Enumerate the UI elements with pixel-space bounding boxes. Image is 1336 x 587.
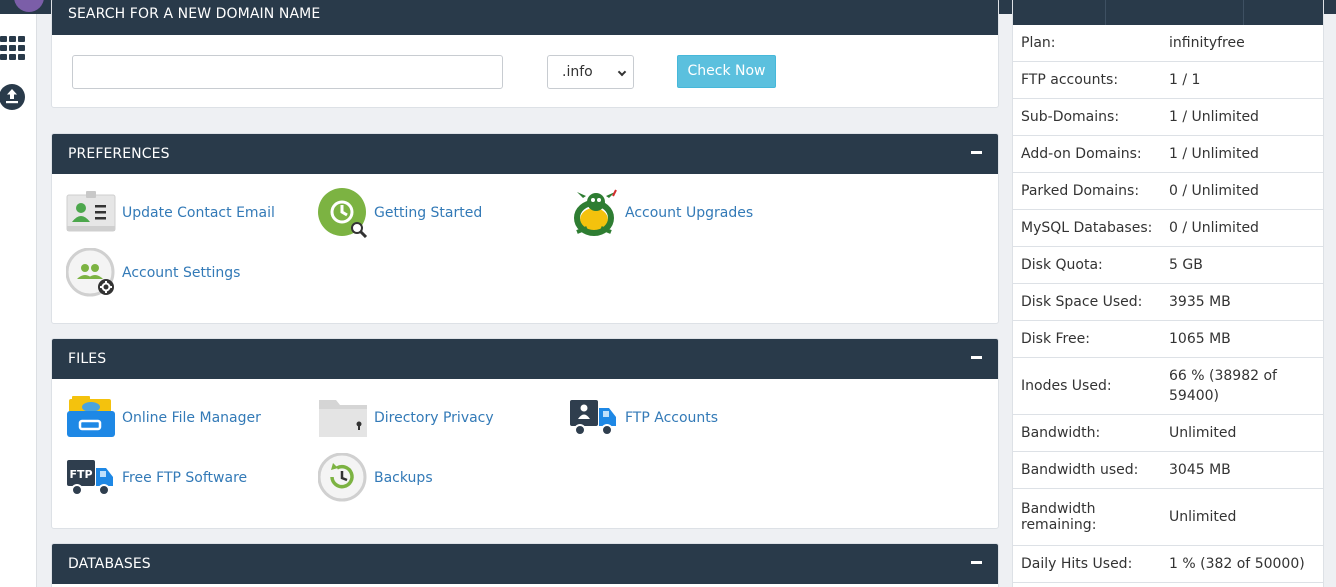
- stat-row: MySQL Databases: 0 / Unlimited: [1013, 210, 1323, 247]
- left-rail: [0, 14, 37, 587]
- stat-label: Disk Quota:: [1021, 257, 1103, 273]
- getting-started-link[interactable]: Getting Started: [318, 188, 482, 238]
- stat-value: 3935 MB: [1169, 294, 1231, 310]
- dragon-mascot-icon: [574, 189, 617, 236]
- stats-header: [1013, 0, 1323, 25]
- directory-privacy-link[interactable]: Directory Privacy: [318, 393, 494, 443]
- stat-value: 1 % (382 of 50000): [1169, 556, 1305, 572]
- app-grid-icon[interactable]: [0, 36, 26, 62]
- preferences-panel: PREFERENCES Update Contact Email Getting…: [51, 133, 999, 324]
- panel-title: FILES: [68, 351, 107, 367]
- free-ftp-software-link[interactable]: FTP Free FTP Software: [66, 453, 247, 503]
- files-panel: FILES Online File Manager Directory Priv…: [51, 338, 999, 529]
- panel-title: DATABASES: [68, 556, 151, 572]
- stat-value: Unlimited: [1169, 425, 1237, 441]
- online-file-manager-link[interactable]: Online File Manager: [66, 393, 261, 443]
- databases-panel: DATABASES: [51, 543, 999, 587]
- update-contact-email-link[interactable]: Update Contact Email: [66, 188, 275, 238]
- upload-icon[interactable]: [0, 84, 25, 110]
- item-label: Free FTP Software: [122, 470, 248, 486]
- stat-label: Sub-Domains:: [1021, 109, 1120, 125]
- check-now-button[interactable]: Check Now: [677, 55, 776, 88]
- stat-label: Parked Domains:: [1021, 183, 1140, 199]
- stat-label: Inodes Used:: [1021, 378, 1112, 394]
- item-label: Account Settings: [122, 265, 241, 281]
- stat-value: 0 / Unlimited: [1169, 183, 1259, 199]
- item-label: Online File Manager: [122, 410, 261, 426]
- item-label: Backups: [374, 470, 433, 486]
- stat-row: Inodes Used: 66 % (38982 of 59400): [1013, 358, 1323, 415]
- stat-row: Daily Hits Used: 1 % (382 of 50000): [1013, 546, 1323, 583]
- avatar[interactable]: [14, 0, 44, 12]
- stat-value: infinityfree: [1169, 35, 1245, 51]
- stat-row: FTP accounts: 1 / 1: [1013, 62, 1323, 99]
- stat-value: 5 GB: [1169, 257, 1203, 273]
- stat-row: Disk Quota: 5 GB: [1013, 247, 1323, 284]
- account-upgrades-link[interactable]: Account Upgrades: [569, 188, 753, 238]
- account-settings-link[interactable]: Account Settings: [66, 248, 240, 298]
- locked-folder-icon: [319, 400, 367, 437]
- stat-row: Disk Free: 1065 MB: [1013, 321, 1323, 358]
- stat-value: 1 / Unlimited: [1169, 146, 1259, 162]
- domain-search-input[interactable]: [72, 55, 503, 89]
- stat-value: 1 / Unlimited: [1169, 109, 1259, 125]
- stat-label: Add-on Domains:: [1021, 146, 1142, 162]
- item-label: Account Upgrades: [625, 205, 754, 221]
- panel-heading[interactable]: DATABASES: [52, 544, 998, 584]
- stat-row: Bandwidth remaining: Unlimited: [1013, 489, 1323, 546]
- item-label: Update Contact Email: [122, 205, 275, 221]
- stat-value: 3045 MB: [1169, 462, 1231, 478]
- account-settings-icon: [66, 248, 115, 297]
- panel-title: PREFERENCES: [68, 146, 170, 162]
- stat-value: 1 / 1: [1169, 72, 1201, 88]
- backups-link[interactable]: Backups: [318, 453, 433, 503]
- stat-row: Sub-Domains: 1 / Unlimited: [1013, 99, 1323, 136]
- stat-label: Daily Hits Used:: [1021, 556, 1133, 572]
- tld-selected-value: .info: [562, 64, 593, 80]
- backups-icon: [318, 453, 367, 502]
- stat-value: 0 / Unlimited: [1169, 220, 1259, 236]
- getting-started-icon: [318, 188, 368, 238]
- domain-search-panel: SEARCH FOR A NEW DOMAIN NAME .info Check…: [51, 0, 999, 108]
- stat-label: Plan:: [1021, 35, 1056, 51]
- tld-select[interactable]: .info: [547, 55, 634, 89]
- collapse-icon[interactable]: [971, 356, 982, 359]
- ftp-accounts-icon: [570, 400, 616, 436]
- stat-label: Bandwidth used:: [1021, 462, 1139, 478]
- stat-value: Unlimited: [1169, 509, 1237, 525]
- stat-row: Bandwidth used: 3045 MB: [1013, 452, 1323, 489]
- chevron-down-icon: [617, 67, 627, 77]
- stat-label: Bandwidth:: [1021, 425, 1101, 441]
- item-label: FTP Accounts: [625, 410, 719, 426]
- panel-heading: SEARCH FOR A NEW DOMAIN NAME: [52, 0, 998, 35]
- contact-card-icon: [66, 191, 116, 232]
- ftp-accounts-link[interactable]: FTP Accounts: [569, 393, 718, 443]
- account-stats-panel: Plan: infinityfree FTP accounts: 1 / 1 Sub-D…: [1012, 0, 1324, 587]
- stat-value: 1065 MB: [1169, 331, 1231, 347]
- collapse-icon[interactable]: [971, 151, 982, 154]
- stat-label: Disk Space Used:: [1021, 294, 1143, 310]
- panel-heading[interactable]: PREFERENCES: [52, 134, 998, 174]
- stat-label: FTP accounts:: [1021, 72, 1119, 88]
- ftp-truck-icon: FTP: [67, 460, 113, 496]
- stat-label: Bandwidth remaining:: [1021, 501, 1097, 533]
- collapse-icon[interactable]: [971, 561, 982, 564]
- stat-row: Bandwidth: Unlimited: [1013, 415, 1323, 452]
- item-label: Directory Privacy: [374, 410, 494, 426]
- panel-heading[interactable]: FILES: [52, 339, 998, 379]
- stat-label: MySQL Databases:: [1021, 220, 1153, 236]
- stat-label: Disk Free:: [1021, 331, 1090, 347]
- stat-row: Disk Space Used: 3935 MB: [1013, 284, 1323, 321]
- stats-table: Plan: infinityfree FTP accounts: 1 / 1 Sub-D…: [1013, 25, 1323, 583]
- file-manager-icon: [67, 396, 115, 437]
- svg-text:FTP: FTP: [69, 468, 92, 481]
- item-label: Getting Started: [374, 205, 483, 221]
- stat-row: Parked Domains: 0 / Unlimited: [1013, 173, 1323, 210]
- stat-row: Plan: infinityfree: [1013, 25, 1323, 62]
- stat-value: 66 % (38982 of 59400): [1169, 368, 1277, 404]
- stat-row: Add-on Domains: 1 / Unlimited: [1013, 136, 1323, 173]
